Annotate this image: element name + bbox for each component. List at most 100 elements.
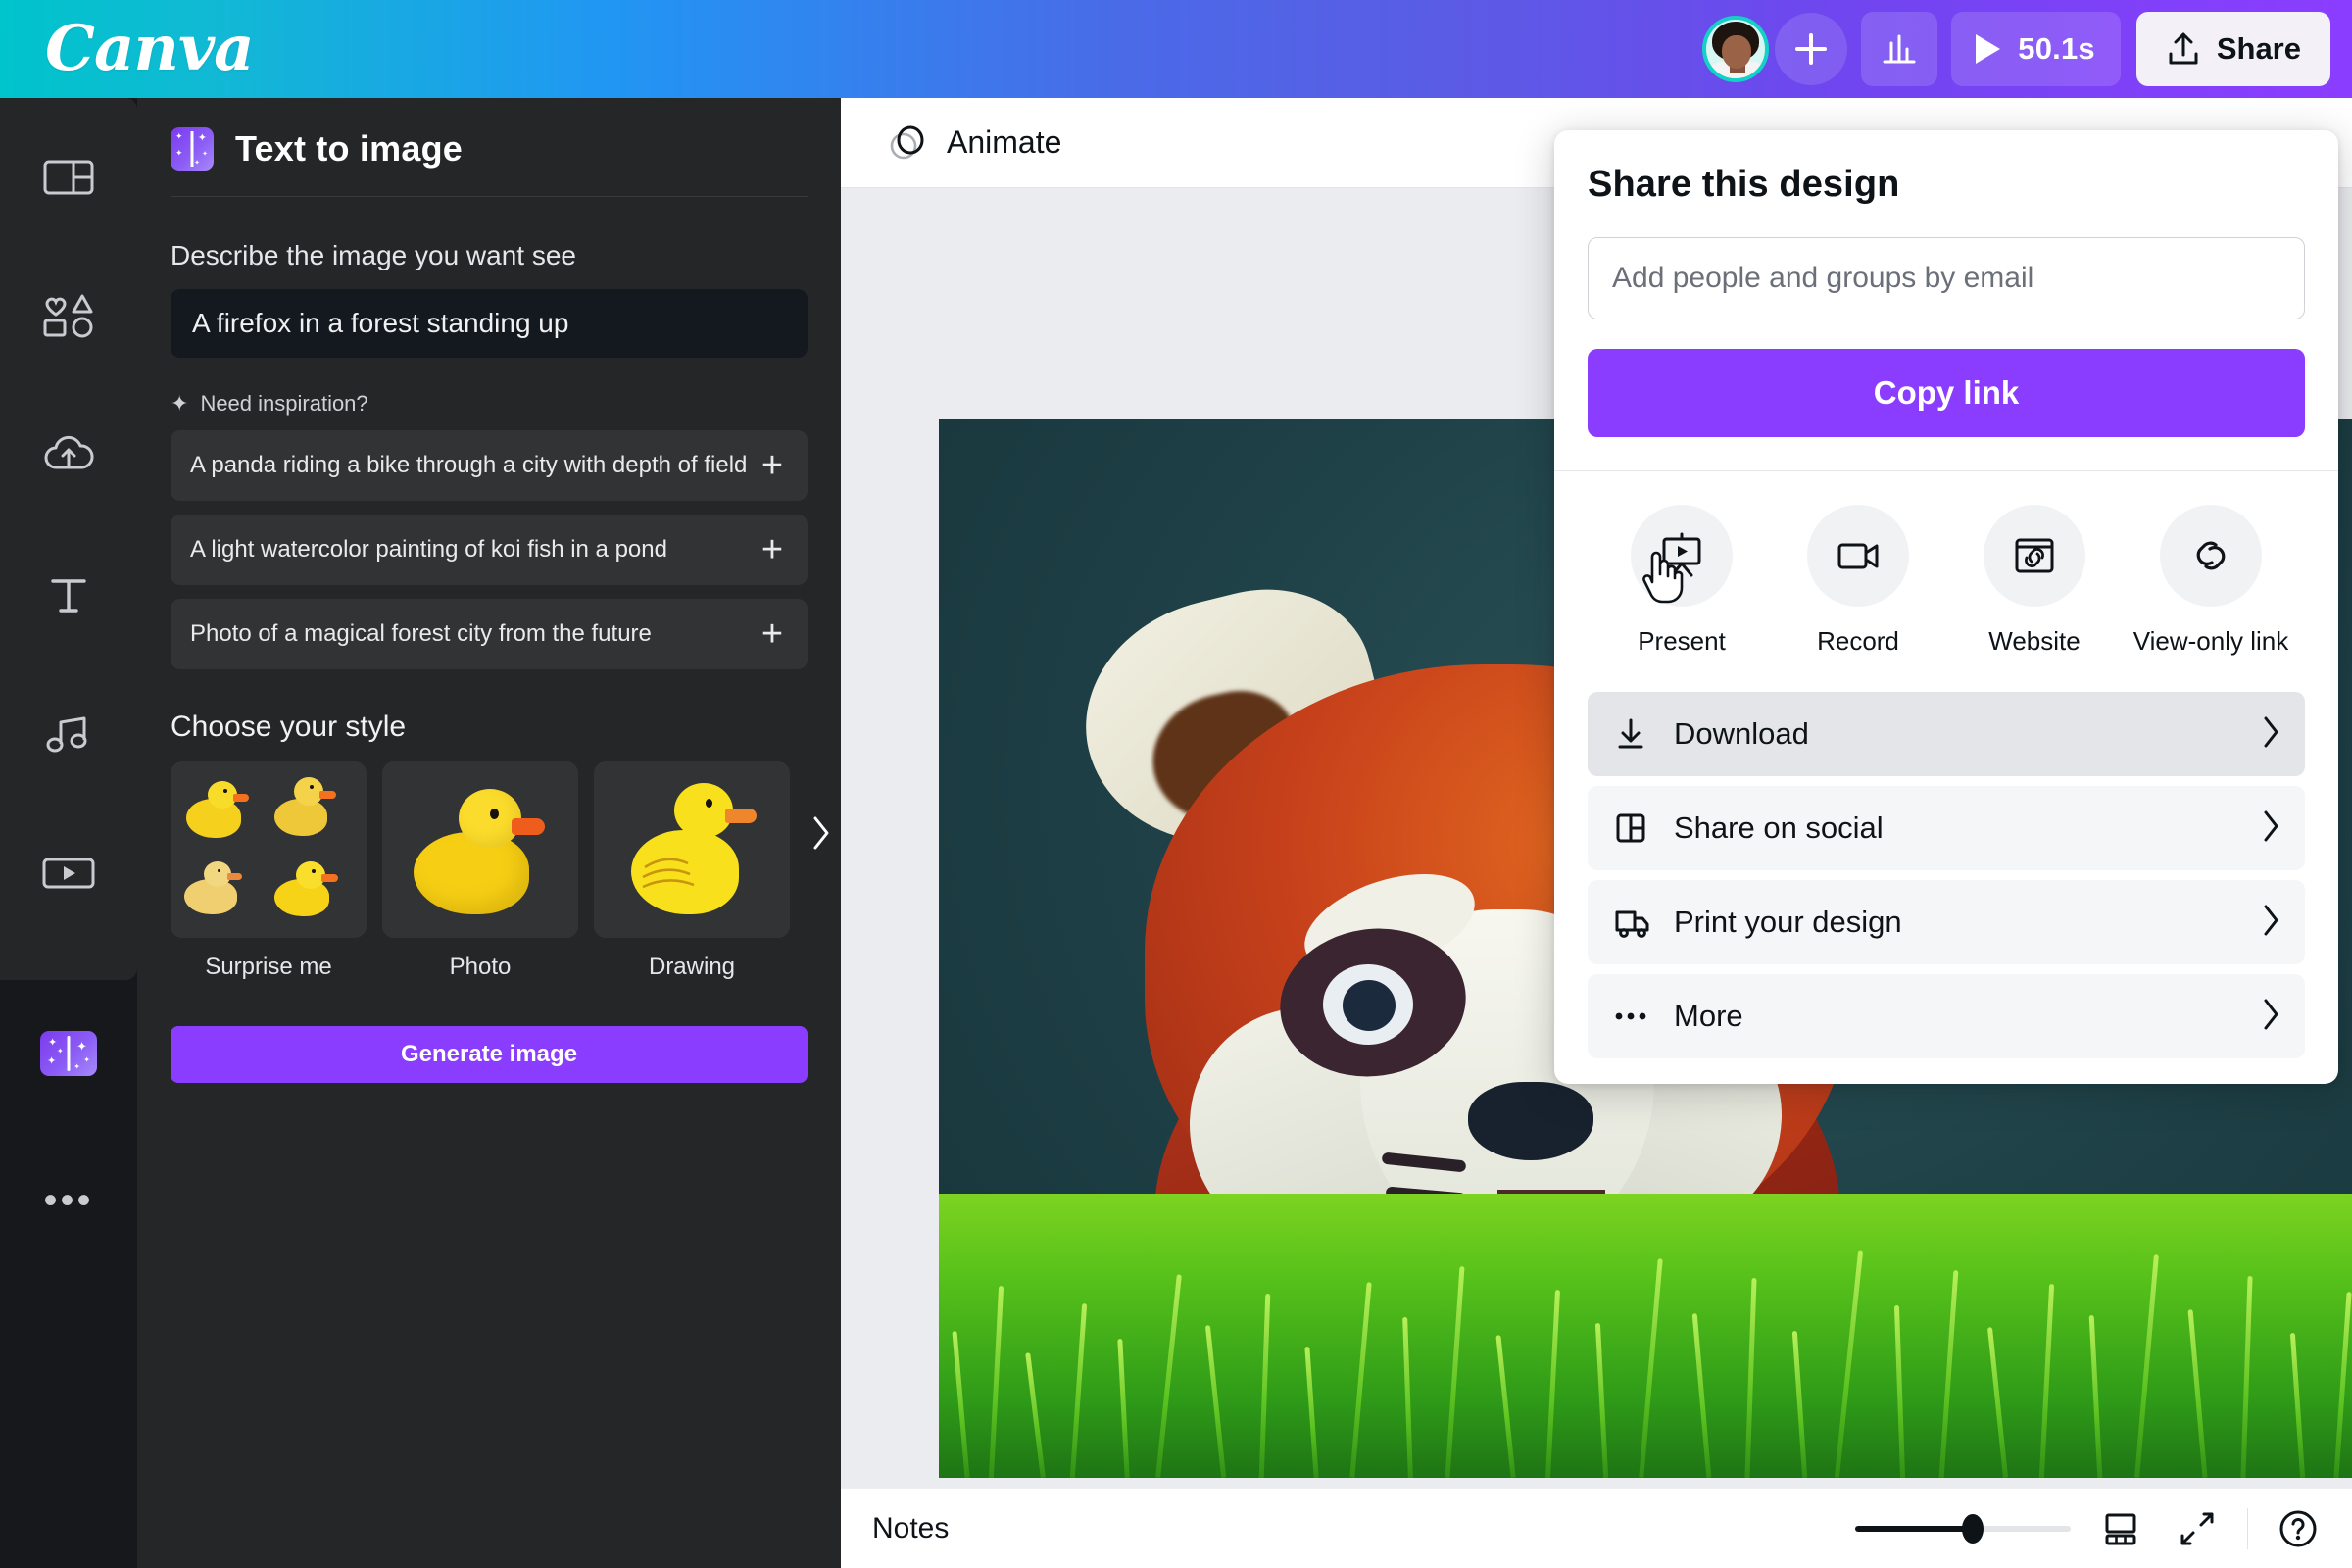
animate-circles-icon	[890, 125, 924, 159]
inspiration-header: ✦ Need inspiration?	[137, 358, 841, 416]
grid-pages-icon	[2105, 1513, 2136, 1544]
style-option-label: Drawing	[648, 954, 736, 980]
help-question-icon	[2279, 1510, 2317, 1546]
menu-item-label: More	[1674, 999, 1743, 1033]
menu-item-label: Print your design	[1674, 905, 1902, 939]
style-option-drawing[interactable]: Drawing	[594, 761, 790, 981]
share-email-input[interactable]: Add people and groups by email	[1588, 237, 2305, 319]
help-button[interactable]	[2272, 1502, 2325, 1555]
share-email-placeholder: Add people and groups by email	[1612, 262, 2034, 294]
sidebar-item-elements[interactable]	[0, 247, 137, 386]
chevron-right-icon[interactable]	[800, 807, 841, 859]
style-option-label: Surprise me	[205, 954, 332, 980]
sidebar-item-more[interactable]: •••	[0, 1127, 137, 1274]
top-bar-actions: 50.1s Share	[1702, 0, 2352, 98]
bottom-bar: Notes	[841, 1488, 2352, 1568]
generate-image-label: Generate image	[400, 1041, 578, 1067]
menu-item-label: Share on social	[1674, 810, 1884, 845]
chevron-right-icon	[2260, 714, 2281, 755]
chevron-right-icon	[2260, 903, 2281, 943]
list-item[interactable]: A light watercolor painting of koi fish …	[171, 514, 808, 585]
present-screen-icon	[1631, 505, 1733, 607]
share-popover: Share this design Add people and groups …	[1554, 130, 2338, 1084]
download-icon	[1613, 715, 1664, 753]
add-collaborator-button[interactable]	[1775, 13, 1848, 85]
menu-item-print-your-design[interactable]: Print your design	[1588, 880, 2305, 964]
panel-title: Text to image	[235, 128, 463, 169]
notes-button[interactable]: Notes	[872, 1512, 949, 1545]
sidebar-item-uploads[interactable]	[0, 386, 137, 525]
avatar-image	[1706, 20, 1766, 78]
upload-share-icon	[2169, 32, 2198, 65]
style-option-surprise-me[interactable]: Surprise me	[171, 761, 367, 981]
suggestion-text: Photo of a magical forest city from the …	[190, 620, 652, 647]
zoom-slider[interactable]	[1855, 1513, 2071, 1544]
sidebar-item-text[interactable]	[0, 525, 137, 664]
text-to-image-panel: ✦ ✦ ✦ ✦ ✦ Text to image Describe the ima…	[137, 98, 841, 1568]
quick-action-label: Website	[1988, 626, 2081, 656]
style-carousel: Surprise me Photo Drawing	[137, 744, 841, 981]
quick-action-label: Present	[1638, 626, 1726, 656]
quick-action-view-only-link[interactable]: View-only link	[2132, 505, 2289, 657]
list-item[interactable]: A panda riding a bike through a city wit…	[171, 430, 808, 501]
bottom-bar-divider	[2247, 1507, 2248, 1549]
top-bar: Canva 50.1s Share	[0, 0, 2352, 98]
duration-label: 50.1s	[2018, 31, 2095, 66]
magic-wand-icon: ✦ ✦ ✦ ✦ ✦	[171, 127, 214, 171]
menu-item-download[interactable]: Download	[1588, 692, 2305, 776]
menu-item-more[interactable]: More	[1588, 974, 2305, 1058]
ellipsis-icon	[1613, 1009, 1664, 1023]
generate-image-button[interactable]: Generate image	[171, 1026, 808, 1083]
add-suggestion-button[interactable]: +	[749, 442, 796, 489]
quick-action-present[interactable]: Present	[1603, 505, 1760, 657]
present-timer-button[interactable]: 50.1s	[1951, 12, 2121, 86]
fullscreen-button[interactable]	[2171, 1502, 2224, 1555]
prompt-input[interactable]: A firefox in a forest standing up	[171, 289, 808, 358]
sidebar-item-audio[interactable]	[0, 664, 137, 804]
sidebar-item-text-to-image[interactable]: ✦ ✦ ✦ ✦ ✦ ✦	[0, 980, 137, 1127]
animate-label: Animate	[947, 124, 1062, 160]
pages-view-button[interactable]	[2094, 1502, 2147, 1555]
share-button[interactable]: Share	[2135, 12, 2330, 86]
truck-icon	[1613, 904, 1664, 941]
social-grid-icon	[1613, 809, 1664, 847]
animate-button[interactable]: Animate	[870, 112, 1077, 174]
prompt-label: Describe the image you want see	[171, 240, 576, 270]
quick-action-website[interactable]: Website	[1956, 505, 2113, 657]
canva-logo[interactable]: Canva	[45, 18, 255, 80]
analytics-button[interactable]	[1861, 12, 1938, 86]
left-rail: ✦ ✦ ✦ ✦ ✦ ✦ •••	[0, 98, 137, 1568]
magic-wand-icon: ✦ ✦ ✦ ✦ ✦ ✦	[40, 1031, 97, 1076]
layout-icon	[43, 160, 94, 195]
share-quick-actions: Present Record Website View-only link	[1588, 471, 2305, 686]
sidebar-item-videos[interactable]	[0, 804, 137, 943]
sidebar-item-design[interactable]	[0, 108, 137, 247]
video-play-icon	[42, 858, 95, 889]
zoom-slider-fill	[1855, 1525, 1973, 1532]
style-option-photo[interactable]: Photo	[382, 761, 578, 981]
style-section-title: Choose your style	[171, 710, 407, 743]
sparkle-icon: ✦	[171, 391, 189, 416]
add-suggestion-button[interactable]: +	[749, 526, 796, 573]
quick-action-label: Record	[1817, 626, 1899, 656]
add-suggestion-button[interactable]: +	[749, 611, 796, 658]
suggestion-list: A panda riding a bike through a city wit…	[137, 416, 841, 669]
zoom-slider-knob[interactable]	[1961, 1513, 1984, 1544]
share-popover-title: Share this design	[1588, 164, 1900, 205]
chevron-right-icon	[2260, 997, 2281, 1037]
music-note-icon	[46, 716, 87, 753]
quick-action-record[interactable]: Record	[1780, 505, 1936, 657]
avatar[interactable]	[1702, 16, 1770, 82]
drawing-duck	[594, 761, 790, 938]
left-rail-primary-group	[0, 98, 137, 980]
copy-link-button[interactable]: Copy link	[1588, 349, 2305, 437]
shapes-icon	[43, 294, 93, 338]
list-item[interactable]: Photo of a magical forest city from the …	[171, 599, 808, 669]
cloud-upload-icon	[44, 435, 94, 469]
menu-item-share-on-social[interactable]: Share on social	[1588, 786, 2305, 870]
share-button-label: Share	[2216, 31, 2301, 66]
quick-action-label: View-only link	[2132, 626, 2289, 656]
suggestion-text: A panda riding a bike through a city wit…	[190, 452, 748, 478]
website-window-icon	[1984, 505, 2085, 607]
link-chain-icon	[2160, 505, 2262, 607]
